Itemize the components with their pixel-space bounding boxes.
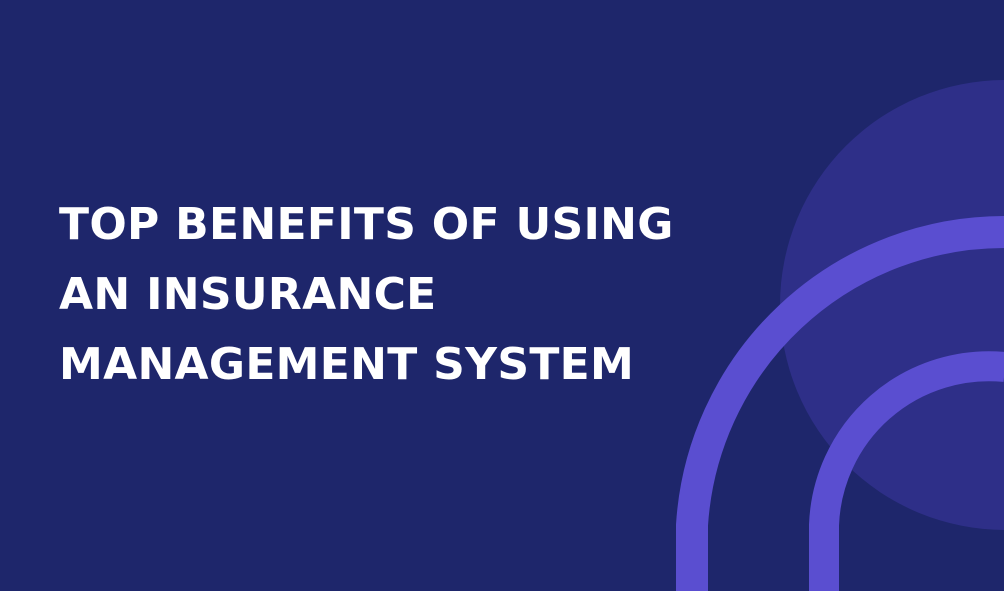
banner: TOP BENEFITS OF USING AN INSURANCE MANAG…: [0, 0, 1004, 591]
headline: TOP BENEFITS OF USING AN INSURANCE MANAG…: [59, 190, 739, 400]
headline-line-3: MANAGEMENT SYSTEM: [59, 339, 635, 390]
headline-line-1: TOP BENEFITS OF USING: [59, 199, 674, 250]
headline-line-2: AN INSURANCE: [59, 269, 437, 320]
